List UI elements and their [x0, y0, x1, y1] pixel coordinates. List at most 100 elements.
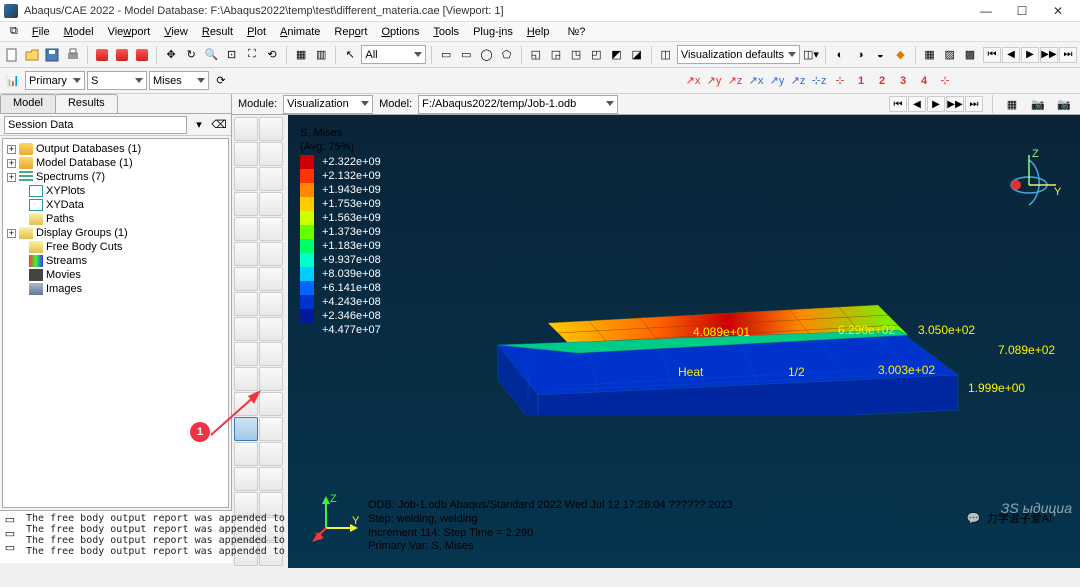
iso1-icon[interactable]: ◱ — [527, 45, 545, 65]
db1-icon[interactable] — [93, 45, 111, 65]
var-icon[interactable]: 📊 — [3, 71, 23, 91]
cs5-icon[interactable]: ↗y — [767, 71, 787, 91]
box2-icon[interactable]: ▭ — [457, 45, 475, 65]
menu-report[interactable]: Report — [328, 24, 373, 40]
menu-help[interactable]: Help — [521, 24, 556, 40]
fit-icon[interactable]: ⛶ — [243, 45, 261, 65]
menu-animate[interactable]: Animate — [274, 24, 326, 40]
csn2[interactable]: 2 — [872, 71, 892, 91]
help-icon[interactable]: №? — [561, 24, 591, 40]
print-icon[interactable] — [64, 45, 82, 65]
cs7-icon[interactable]: ⊹z — [809, 71, 829, 91]
vtool-0[interactable] — [234, 117, 258, 141]
open-icon[interactable] — [23, 45, 41, 65]
db2-icon[interactable] — [113, 45, 131, 65]
cstriad2-icon[interactable]: ⊹ — [935, 71, 955, 91]
l3-icon[interactable]: ◒ — [871, 45, 889, 65]
log-tab2-icon[interactable]: ▭ — [2, 527, 18, 539]
tree-item[interactable]: XYPlots — [3, 184, 228, 198]
tree-item[interactable]: Paths — [3, 212, 228, 226]
tree-item[interactable]: +Output Databases (1) — [3, 142, 228, 156]
session-clear-icon[interactable]: ⌫ — [211, 117, 227, 133]
cube2-icon[interactable]: ◫▾ — [802, 45, 820, 65]
model-select[interactable]: F:/Abaqus2022/temp/Job-1.odb — [418, 95, 618, 114]
tree-item[interactable]: +Spectrums (7) — [3, 170, 228, 184]
db3-icon[interactable] — [133, 45, 151, 65]
refresh-icon[interactable]: ⟳ — [211, 71, 231, 91]
new-icon[interactable] — [3, 45, 21, 65]
menu-plot[interactable]: Plot — [241, 24, 272, 40]
vtool-18[interactable] — [234, 342, 258, 366]
cycle-icon[interactable]: ⟲ — [263, 45, 281, 65]
viewport[interactable]: S, Mises (Avg: 75%) +2.322e+09+2.132e+09… — [288, 115, 1080, 568]
primary-select[interactable]: Primary — [25, 71, 85, 90]
vtool-3[interactable] — [259, 142, 283, 166]
camera1-icon[interactable]: 📷 — [1028, 94, 1048, 114]
vcr2-next[interactable]: ▶▶ — [946, 96, 964, 112]
results-tree[interactable]: +Output Databases (1)+Model Database (1)… — [2, 138, 229, 508]
next-frame-button[interactable]: ▶▶ — [1040, 47, 1058, 63]
menu-result[interactable]: Result — [196, 24, 239, 40]
prev-frame-button[interactable]: ◀ — [1002, 47, 1020, 63]
play-button[interactable]: ▶ — [1021, 47, 1039, 63]
vtool-8[interactable] — [234, 217, 258, 241]
vtool-19[interactable] — [259, 342, 283, 366]
vcr2-play[interactable]: ▶ — [927, 96, 945, 112]
cstriad-icon[interactable]: ⊹ — [830, 71, 850, 91]
vtool-1[interactable] — [259, 117, 283, 141]
vtool-27[interactable] — [259, 442, 283, 466]
menu-plugins[interactable]: Plug-ins — [467, 24, 519, 40]
tab-model[interactable]: Model — [0, 94, 56, 113]
vtool-13[interactable] — [259, 267, 283, 291]
l1-icon[interactable]: ◐ — [831, 45, 849, 65]
cube-icon[interactable]: ◫ — [657, 45, 675, 65]
cs3-icon[interactable]: ↗z — [725, 71, 745, 91]
iso6-icon[interactable]: ◪ — [628, 45, 646, 65]
var2-select[interactable]: Mises — [149, 71, 209, 90]
camera2-icon[interactable]: 📷 — [1054, 94, 1074, 114]
vcr2-last[interactable]: ⏭ — [965, 96, 983, 112]
vtool-9[interactable] — [259, 217, 283, 241]
csn3[interactable]: 3 — [893, 71, 913, 91]
poly-icon[interactable]: ⬠ — [498, 45, 516, 65]
var1-select[interactable]: S — [87, 71, 147, 90]
menu-view[interactable]: View — [158, 24, 194, 40]
cs4-icon[interactable]: ↗x — [746, 71, 766, 91]
vtool-29[interactable] — [259, 467, 283, 491]
menu-file[interactable]: File — [26, 24, 56, 40]
snapshot-icon[interactable]: ▦ — [1002, 94, 1022, 114]
box-icon[interactable]: ▭ — [437, 45, 455, 65]
menu-viewport[interactable]: Viewport — [102, 24, 157, 40]
session-dropdown-icon[interactable]: ▾ — [191, 117, 207, 133]
pan-icon[interactable]: ✥ — [162, 45, 180, 65]
view-compass[interactable]: Z Y — [994, 145, 1064, 215]
l2-icon[interactable]: ◑ — [851, 45, 869, 65]
vtool-20[interactable] — [234, 367, 258, 391]
l6-icon[interactable]: ▨ — [941, 45, 959, 65]
vtool-7[interactable] — [259, 192, 283, 216]
close-button[interactable]: ✕ — [1040, 1, 1076, 21]
tree-item[interactable]: XYData — [3, 198, 228, 212]
vtool-6[interactable] — [234, 192, 258, 216]
vtool-10[interactable] — [234, 242, 258, 266]
vtool-14[interactable] — [234, 292, 258, 316]
vtool-2[interactable] — [234, 142, 258, 166]
cs2-icon[interactable]: ↗y — [704, 71, 724, 91]
vtool-17[interactable] — [259, 317, 283, 341]
log-tab1-icon[interactable]: ▭ — [2, 513, 18, 525]
tree-item[interactable]: +Display Groups (1) — [3, 226, 228, 240]
cs6-icon[interactable]: ↗z — [788, 71, 808, 91]
vtool-11[interactable] — [259, 242, 283, 266]
app-menu-icon[interactable]: ⧉ — [4, 23, 24, 40]
vis-defaults-select[interactable]: Visualization defaults — [677, 45, 800, 64]
l7-icon[interactable]: ▩ — [961, 45, 979, 65]
vtool-28[interactable] — [234, 467, 258, 491]
iso2-icon[interactable]: ◲ — [547, 45, 565, 65]
grid2-icon[interactable]: ▥ — [312, 45, 330, 65]
vtool-16[interactable] — [234, 317, 258, 341]
menu-options[interactable]: Options — [375, 24, 425, 40]
cursor-icon[interactable]: ↖ — [341, 45, 359, 65]
cs1-icon[interactable]: ↗x — [683, 71, 703, 91]
zoom-icon[interactable]: 🔍 — [202, 45, 220, 65]
vtool-5[interactable] — [259, 167, 283, 191]
